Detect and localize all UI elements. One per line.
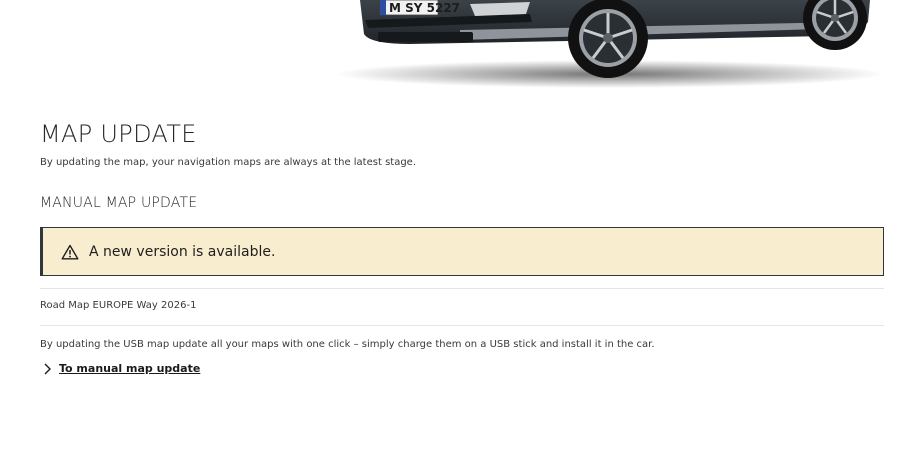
divider: [40, 288, 884, 289]
license-plate: M SY 5227: [379, 0, 460, 16]
chevron-right-icon: [42, 361, 54, 375]
map-version-label: Road Map EUROPE Way 2026-1: [40, 300, 197, 311]
vehicle-image: M SY 5227: [330, 0, 890, 100]
manual-map-update-link[interactable]: To manual map update: [42, 361, 200, 375]
page-subtitle: By updating the map, your navigation map…: [40, 157, 417, 168]
page-title: MAP UPDATE: [40, 120, 197, 148]
divider: [40, 325, 884, 326]
manual-map-update-link-label: To manual map update: [59, 361, 201, 375]
usb-update-description: By updating the USB map update all your …: [40, 339, 655, 350]
warning-icon: [61, 244, 79, 260]
svg-text:M SY 5227: M SY 5227: [389, 1, 460, 15]
new-version-notice: A new version is available.: [40, 227, 884, 276]
manual-map-update-heading: MANUAL MAP UPDATE: [40, 195, 198, 211]
notice-text: A new version is available.: [89, 243, 276, 260]
